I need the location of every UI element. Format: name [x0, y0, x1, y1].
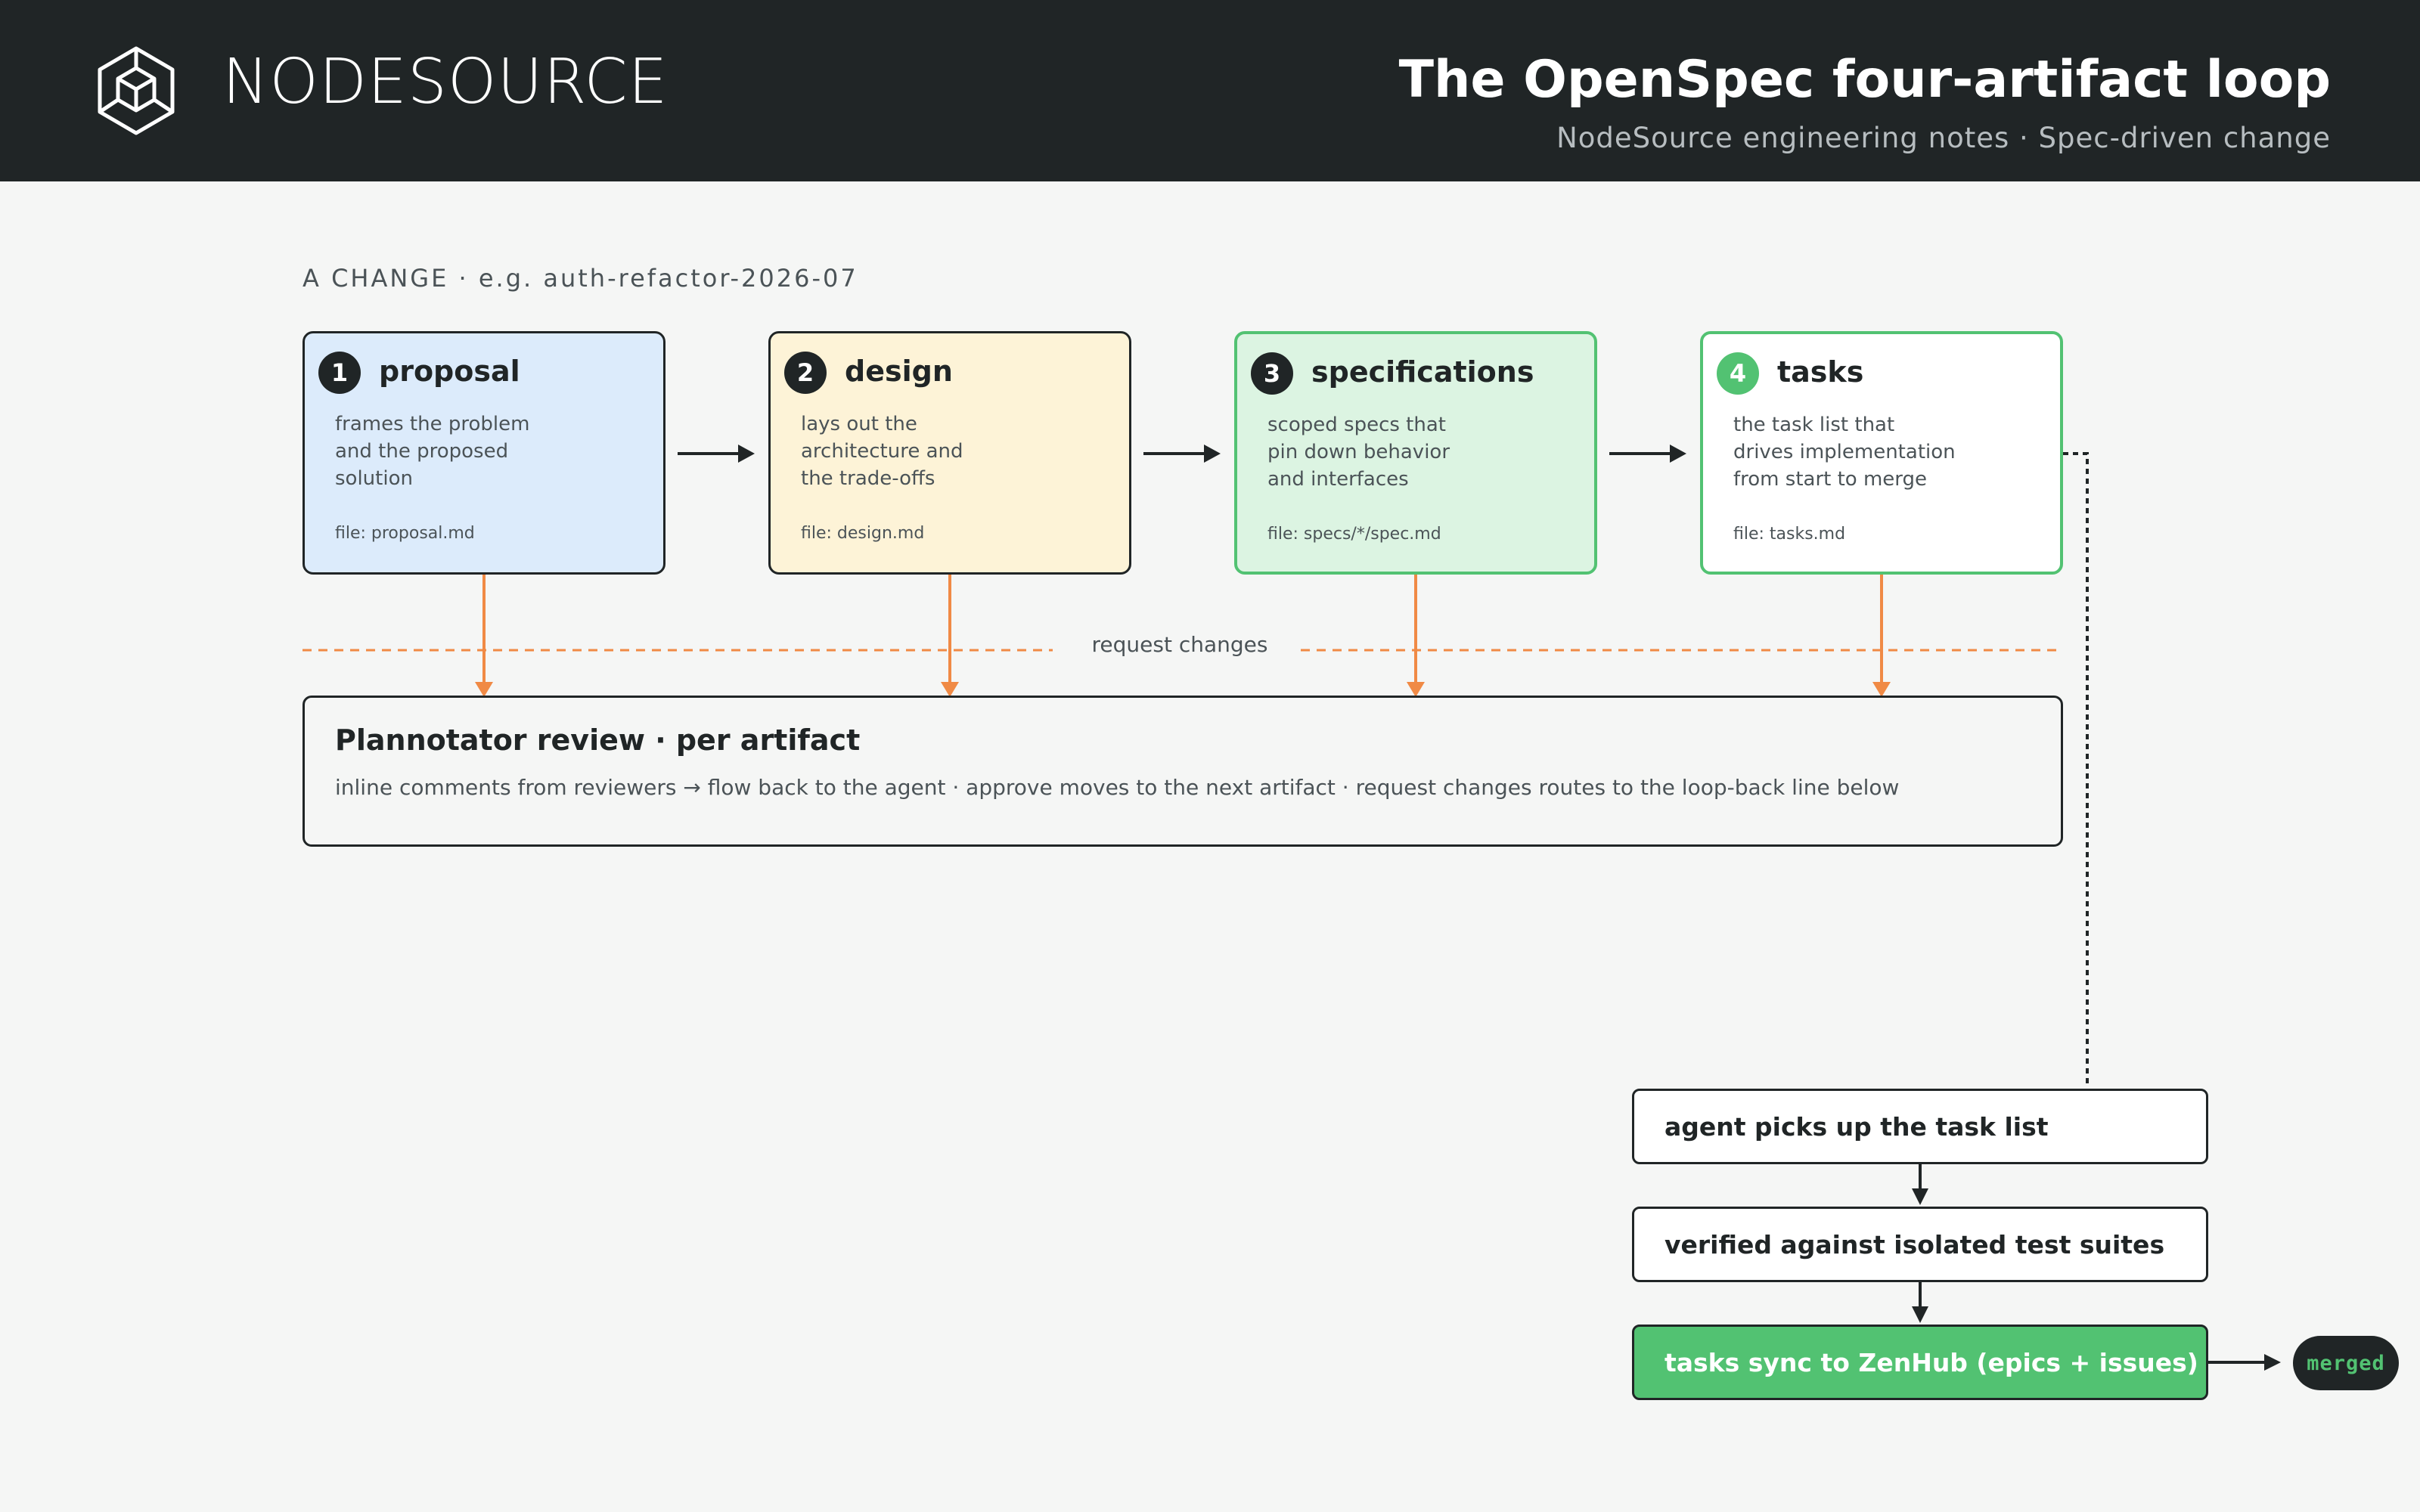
pipeline-step-label: verified against isolated test suites: [1665, 1229, 2165, 1259]
artifact-card-specifications: 3 specifications scoped specs that pin do…: [1234, 331, 1597, 575]
request-changes-label: request changes: [1091, 632, 1268, 657]
pipeline-step-verify: verified against isolated test suites: [1632, 1207, 2208, 1282]
review-box: Plannotator review · per artifact inline…: [302, 696, 2063, 847]
tasks-to-pipeline-line: [2063, 452, 2089, 1087]
artifact-card-tasks: 4 tasks the task list that drives impleme…: [1700, 331, 2063, 575]
artifact-description: frames the problem and the proposed soluti…: [335, 413, 530, 490]
review-title: Plannotator review · per artifact: [335, 723, 861, 757]
pipeline-step-label: tasks sync to ZenHub (epics + issues): [1665, 1347, 2198, 1377]
artifact-title: design: [845, 355, 953, 388]
artifact-file: file: design.md: [801, 524, 925, 543]
review-description: inline comments from reviewers → flow ba…: [335, 775, 1900, 800]
artifact-title: proposal: [379, 355, 520, 388]
pipeline-step-agent: agent picks up the task list: [1632, 1089, 2208, 1164]
artifact-description: scoped specs that pin down behavior and in…: [1267, 414, 1450, 491]
step-number-badge: 4: [1717, 352, 1759, 395]
step-number-badge: 2: [784, 352, 827, 394]
artifact-card-proposal: 1 proposal frames the problem and the pro…: [302, 331, 666, 575]
artifact-file: file: specs/*/spec.md: [1267, 525, 1441, 544]
pipeline-step-zenhub: tasks sync to ZenHub (epics + issues): [1632, 1325, 2208, 1400]
pipeline-step-label: agent picks up the task list: [1665, 1111, 2049, 1142]
step-number-badge: 3: [1251, 352, 1293, 395]
artifact-description: the task list that drives implementation f…: [1733, 414, 1956, 491]
artifact-title: specifications: [1311, 355, 1534, 389]
artifact-description: lays out the architecture and the trade-of…: [801, 413, 963, 490]
artifact-file: file: proposal.md: [335, 524, 475, 543]
merged-badge: merged: [2293, 1336, 2399, 1390]
artifact-card-design: 2 design lays out the architecture and the…: [768, 331, 1131, 575]
artifact-title: tasks: [1777, 355, 1864, 389]
step-number-badge: 1: [318, 352, 361, 394]
artifact-file: file: tasks.md: [1733, 525, 1846, 544]
